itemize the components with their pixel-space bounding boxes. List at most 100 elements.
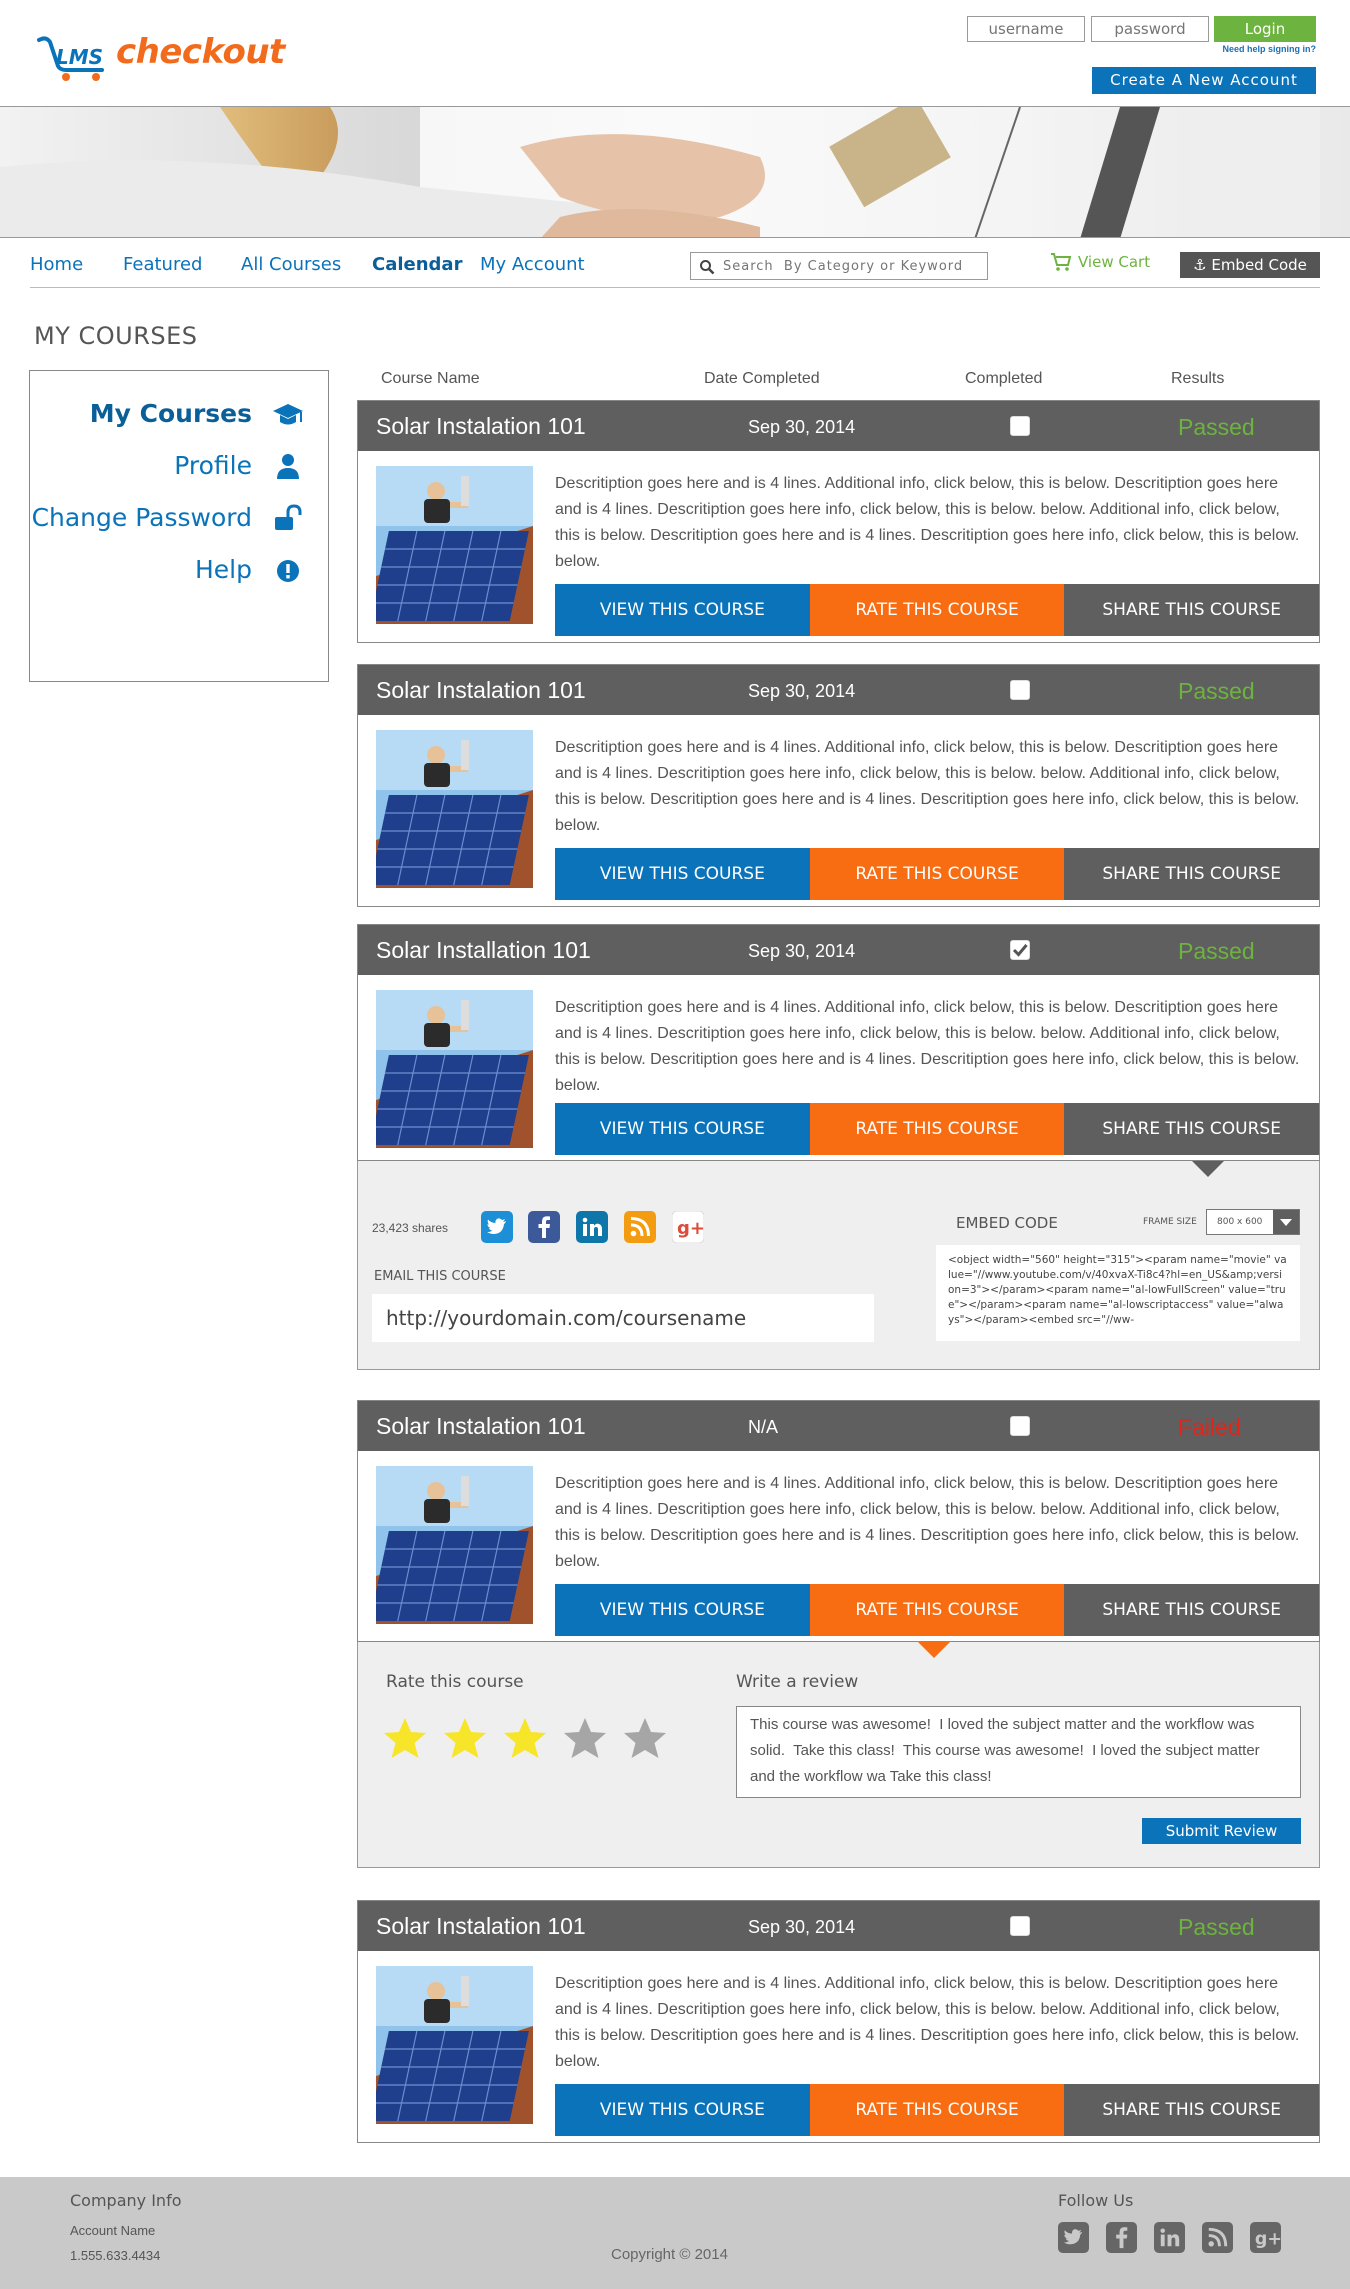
graduation-cap-icon bbox=[273, 403, 303, 424]
view-course-button[interactable]: VIEW THIS COURSE bbox=[555, 848, 810, 900]
course-description: Descritiption goes here and is 4 lines. … bbox=[555, 1475, 1300, 1570]
review-textarea[interactable]: This course was awesome! I loved the sub… bbox=[736, 1706, 1301, 1798]
svg-text:g+: g+ bbox=[1255, 2229, 1281, 2249]
column-header-course-name: Course Name bbox=[381, 370, 480, 387]
twitter-icon[interactable] bbox=[481, 1211, 513, 1243]
nav-home[interactable]: Home bbox=[30, 254, 83, 275]
sidebar-item-change-password[interactable]: Change Password bbox=[32, 503, 304, 532]
view-course-button[interactable]: VIEW THIS COURSE bbox=[555, 1584, 810, 1636]
course-thumbnail[interactable] bbox=[376, 466, 533, 624]
nav-my-account[interactable]: My Account bbox=[480, 254, 585, 275]
rate-course-button[interactable]: RATE THIS COURSE bbox=[809, 584, 1065, 636]
svg-text:LMS: LMS bbox=[56, 45, 103, 69]
exclamation-circle-icon bbox=[277, 559, 299, 582]
linkedin-icon[interactable] bbox=[1154, 2222, 1185, 2253]
course-url-field[interactable] bbox=[372, 1294, 874, 1342]
course-name[interactable]: Solar Instalation 101 bbox=[376, 677, 586, 704]
embed-code-title: EMBED CODE bbox=[956, 1214, 1058, 1232]
course-actions: VIEW THIS COURSE RATE THIS COURSE SHARE … bbox=[555, 584, 1320, 636]
completed-checkbox[interactable] bbox=[1010, 1416, 1030, 1436]
facebook-icon[interactable] bbox=[528, 1211, 560, 1243]
rate-course-button[interactable]: RATE THIS COURSE bbox=[809, 848, 1065, 900]
course-description: Descritiption goes here and is 4 lines. … bbox=[555, 475, 1300, 570]
view-course-button[interactable]: VIEW THIS COURSE bbox=[555, 2084, 810, 2136]
sidebar-item-label: My Courses bbox=[89, 399, 252, 428]
rss-icon[interactable] bbox=[624, 1211, 656, 1243]
search-input[interactable] bbox=[723, 256, 978, 276]
embed-code-text[interactable]: <object width="560" height="315"><param … bbox=[936, 1245, 1300, 1341]
course-thumbnail bbox=[376, 730, 533, 888]
course-description: Descritiption goes here and is 4 lines. … bbox=[555, 739, 1300, 834]
star-filled-icon[interactable] bbox=[382, 1716, 428, 1760]
course-thumbnail bbox=[376, 466, 533, 624]
share-course-button[interactable]: SHARE THIS COURSE bbox=[1064, 848, 1320, 900]
course-thumbnail[interactable] bbox=[376, 990, 533, 1148]
course-thumbnail bbox=[376, 990, 533, 1148]
nav-featured[interactable]: Featured bbox=[123, 254, 202, 275]
embed-code-label: Embed Code bbox=[1211, 256, 1307, 274]
completed-checkbox[interactable] bbox=[1010, 680, 1030, 700]
chevron-down-icon bbox=[1273, 1210, 1299, 1234]
rate-course-button[interactable]: RATE THIS COURSE bbox=[809, 1584, 1065, 1636]
linkedin-icon[interactable] bbox=[576, 1211, 608, 1243]
course-name[interactable]: Solar Instalation 101 bbox=[376, 1413, 586, 1440]
login-button[interactable]: Login bbox=[1214, 16, 1316, 42]
sidebar-item-profile[interactable]: Profile bbox=[174, 451, 304, 480]
sidebar-item-label: Profile bbox=[174, 451, 252, 480]
frame-size-select[interactable]: 800 x 600 bbox=[1206, 1209, 1300, 1235]
create-account-button[interactable]: Create A New Account bbox=[1092, 67, 1316, 94]
course-description: Descritiption goes here and is 4 lines. … bbox=[555, 999, 1300, 1094]
course-card-header: Solar Installation 101 Sep 30, 2014 Pass… bbox=[358, 925, 1319, 975]
rate-course-button[interactable]: RATE THIS COURSE bbox=[809, 2084, 1065, 2136]
anchor-icon: ⚓ bbox=[1193, 256, 1207, 274]
column-header-date-completed: Date Completed bbox=[704, 370, 820, 387]
rate-panel-pointer bbox=[918, 1642, 950, 1658]
help-signin-link[interactable]: Need help signing in? bbox=[1214, 44, 1316, 54]
facebook-icon[interactable] bbox=[1106, 2222, 1137, 2253]
view-cart-link[interactable]: View Cart bbox=[1050, 252, 1150, 272]
embed-code-button[interactable]: ⚓ Embed Code bbox=[1180, 252, 1320, 278]
rate-course-button[interactable]: RATE THIS COURSE bbox=[809, 1103, 1065, 1155]
view-course-button[interactable]: VIEW THIS COURSE bbox=[555, 1103, 810, 1155]
google-plus-icon[interactable]: g+ bbox=[1250, 2222, 1281, 2253]
google-plus-icon[interactable]: g+ bbox=[672, 1211, 704, 1243]
completed-checkbox[interactable] bbox=[1010, 940, 1030, 960]
nav-calendar[interactable]: Calendar bbox=[372, 254, 462, 275]
username-input[interactable] bbox=[967, 16, 1085, 42]
column-header-results: Results bbox=[1171, 370, 1225, 387]
password-input[interactable] bbox=[1091, 16, 1209, 42]
share-course-button[interactable]: SHARE THIS COURSE bbox=[1064, 2084, 1320, 2136]
course-date: Sep 30, 2014 bbox=[748, 681, 856, 701]
course-thumbnail[interactable] bbox=[376, 1966, 533, 2124]
cart-logo-icon: LMS bbox=[37, 36, 104, 81]
course-card-header: Solar Instalation 101 N/A Failed bbox=[358, 1401, 1319, 1451]
search-box[interactable] bbox=[690, 252, 988, 280]
share-course-button[interactable]: SHARE THIS COURSE bbox=[1064, 1584, 1320, 1636]
twitter-icon[interactable] bbox=[1058, 2222, 1089, 2253]
star-filled-icon[interactable] bbox=[442, 1716, 488, 1760]
course-result: Passed bbox=[1178, 678, 1255, 704]
course-thumbnail[interactable] bbox=[376, 1466, 533, 1624]
course-thumbnail[interactable] bbox=[376, 730, 533, 888]
star-filled-icon[interactable] bbox=[502, 1716, 548, 1760]
course-name[interactable]: Solar Instalation 101 bbox=[376, 1913, 586, 1940]
submit-review-button[interactable]: Submit Review bbox=[1142, 1818, 1301, 1844]
view-course-button[interactable]: VIEW THIS COURSE bbox=[555, 584, 810, 636]
rss-icon[interactable] bbox=[1202, 2222, 1233, 2253]
share-course-button[interactable]: SHARE THIS COURSE bbox=[1064, 584, 1320, 636]
course-date: N/A bbox=[748, 1417, 779, 1437]
logo[interactable]: LMS checkout bbox=[36, 30, 296, 82]
star-empty-icon[interactable] bbox=[622, 1716, 668, 1760]
course-name[interactable]: Solar Installation 101 bbox=[376, 937, 591, 964]
share-course-button[interactable]: SHARE THIS COURSE bbox=[1064, 1103, 1320, 1155]
completed-checkbox[interactable] bbox=[1010, 1916, 1030, 1936]
star-rating[interactable] bbox=[382, 1716, 668, 1760]
sidebar-item-my-courses[interactable]: My Courses bbox=[90, 399, 304, 428]
nav-all-courses[interactable]: All Courses bbox=[241, 254, 341, 275]
email-course-label: EMAIL THIS COURSE bbox=[374, 1269, 506, 1284]
unlock-icon bbox=[275, 503, 302, 530]
completed-checkbox[interactable] bbox=[1010, 416, 1030, 436]
course-name[interactable]: Solar Instalation 101 bbox=[376, 413, 586, 440]
sidebar-item-help[interactable]: Help bbox=[195, 555, 304, 584]
star-empty-icon[interactable] bbox=[562, 1716, 608, 1760]
